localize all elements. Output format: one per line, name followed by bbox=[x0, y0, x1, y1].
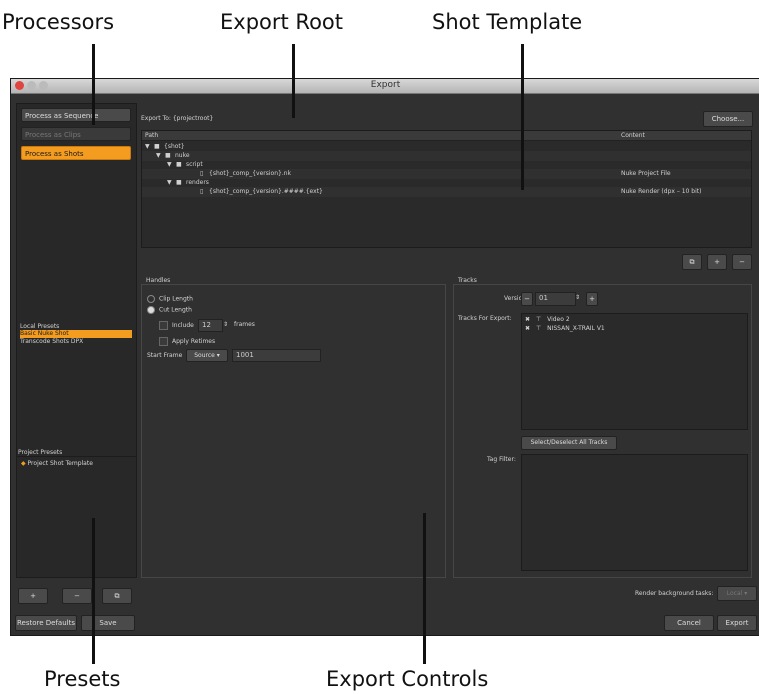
tracks-title: Tracks bbox=[458, 277, 477, 284]
handles-group: Clip Length Cut Length Include 12 ⇕ fram… bbox=[141, 284, 446, 578]
remove-preset-button[interactable]: − bbox=[62, 588, 92, 604]
copy-preset-button[interactable]: ⧉ bbox=[102, 588, 132, 604]
save-button[interactable]: Save bbox=[81, 615, 135, 631]
left-panel: Process as Sequence Process as Clips Pro… bbox=[16, 103, 137, 467]
frames-label: frames bbox=[234, 321, 255, 328]
shot-template-leader-line bbox=[521, 44, 524, 190]
apply-retimes-checkbox[interactable]: Apply Retimes bbox=[159, 337, 215, 346]
project-preset-item[interactable]: ◆ Project Shot Template bbox=[21, 460, 93, 467]
handles-title: Handles bbox=[146, 277, 171, 284]
track-item[interactable]: ✖ ⊤ Video 2 bbox=[525, 316, 570, 323]
export-dialog: Export Process as Sequence Process as Cl… bbox=[10, 78, 759, 636]
path-column-header[interactable]: Path bbox=[145, 131, 158, 140]
include-frames-field[interactable]: 12 bbox=[198, 319, 223, 332]
local-preset-item[interactable]: Transcode Shots DPX bbox=[20, 338, 132, 346]
tree-header: Path Content bbox=[142, 131, 751, 141]
version-decrement-button[interactable]: − bbox=[521, 292, 533, 306]
processor-shots[interactable]: Process as Shots bbox=[21, 146, 131, 160]
render-background-select[interactable]: Local ▾ bbox=[717, 586, 757, 601]
tag-filter-list[interactable] bbox=[521, 454, 748, 571]
callout-presets: Presets bbox=[44, 667, 121, 691]
tracks-for-export-label: Tracks For Export: bbox=[458, 315, 512, 322]
choose-button[interactable]: Choose... bbox=[703, 111, 753, 127]
content-column-header[interactable]: Content bbox=[621, 131, 645, 140]
presets-leader-line bbox=[92, 518, 95, 664]
remove-template-item-button[interactable]: − bbox=[732, 254, 752, 270]
export-to-row: Export To: {projectroot} bbox=[141, 115, 213, 122]
render-background-label: Render background tasks: bbox=[635, 590, 714, 597]
track-icon: ⊤ bbox=[535, 316, 542, 323]
checkbox-icon bbox=[159, 337, 168, 346]
callout-processors: Processors bbox=[2, 10, 115, 34]
track-item[interactable]: ✖ ⊤ NISSAN_X-TRAIL V1 bbox=[525, 325, 605, 332]
select-all-tracks-button[interactable]: Select/Deselect All Tracks bbox=[521, 436, 617, 450]
export-button[interactable]: Export bbox=[717, 615, 757, 631]
checkbox-icon bbox=[159, 321, 168, 330]
include-handles-checkbox[interactable]: Include bbox=[159, 321, 194, 330]
export-to-value[interactable]: {projectroot} bbox=[173, 115, 214, 122]
version-field[interactable]: 01 bbox=[535, 292, 576, 306]
version-increment-button[interactable]: + bbox=[586, 292, 598, 306]
dropdown-arrow-icon: ▾ bbox=[216, 352, 220, 359]
start-frame-mode-select[interactable]: Source ▾ bbox=[186, 349, 228, 362]
processor-sequence[interactable]: Process as Sequence bbox=[21, 108, 131, 122]
export-root-leader-line bbox=[292, 44, 295, 118]
cut-length-radio[interactable]: Cut Length bbox=[147, 306, 192, 314]
clip-length-radio[interactable]: Clip Length bbox=[147, 295, 193, 303]
tracks-list: ✖ ⊤ Video 2 ✖ ⊤ NISSAN_X-TRAIL V1 bbox=[521, 313, 748, 430]
title-bar: Export bbox=[11, 79, 759, 94]
window-title: Export bbox=[370, 80, 401, 90]
export-to-label: Export To: bbox=[141, 115, 171, 122]
check-icon[interactable]: ✖ bbox=[525, 325, 530, 332]
start-frame-field[interactable]: 1001 bbox=[232, 349, 321, 362]
local-presets-heading: Local Presets bbox=[20, 323, 60, 330]
tag-filter-label: Tag Filter: bbox=[487, 456, 516, 463]
file-icon: ▯ bbox=[200, 188, 204, 195]
dropdown-arrow-icon: ▾ bbox=[744, 590, 748, 597]
radio-icon bbox=[147, 295, 155, 303]
export-controls-leader-line bbox=[423, 513, 426, 664]
radio-selected-icon bbox=[147, 306, 155, 314]
project-presets-heading: Project Presets bbox=[18, 449, 63, 456]
version-stepper-icon[interactable]: ⇕ bbox=[575, 294, 580, 301]
processor-clips[interactable]: Process as Clips bbox=[21, 127, 131, 141]
frames-stepper-icon[interactable]: ⇕ bbox=[223, 321, 228, 328]
project-presets-list: ◆ Project Shot Template bbox=[16, 456, 137, 578]
project-preset-icon: ◆ bbox=[21, 460, 26, 467]
local-preset-item[interactable]: Basic Nuke Shot bbox=[20, 330, 132, 338]
restore-defaults-button[interactable]: Restore Defaults bbox=[15, 615, 77, 631]
check-icon[interactable]: ✖ bbox=[525, 316, 530, 323]
tracks-group: Version: − 01 ⇕ + Tracks For Export: ✖ ⊤… bbox=[453, 284, 752, 578]
cancel-button[interactable]: Cancel bbox=[664, 615, 714, 631]
start-frame-label: Start Frame bbox=[147, 352, 183, 359]
shot-template-tree: Path Content ▼ ■ {shot} ▼ ■ nuke ▼ ■ scr… bbox=[141, 130, 752, 248]
callout-export-root: Export Root bbox=[220, 10, 343, 34]
tree-row[interactable]: ▯ {shot}_comp_{version}.####.{ext} Nuke … bbox=[142, 187, 751, 197]
processors-leader-line bbox=[92, 44, 95, 125]
track-icon: ⊤ bbox=[535, 325, 542, 332]
callout-export-controls: Export Controls bbox=[326, 667, 489, 691]
callout-shot-template: Shot Template bbox=[432, 10, 583, 34]
add-template-item-button[interactable]: + bbox=[707, 254, 727, 270]
add-folder-icon[interactable]: ⧉ bbox=[682, 254, 702, 270]
add-preset-button[interactable]: + bbox=[18, 588, 48, 604]
